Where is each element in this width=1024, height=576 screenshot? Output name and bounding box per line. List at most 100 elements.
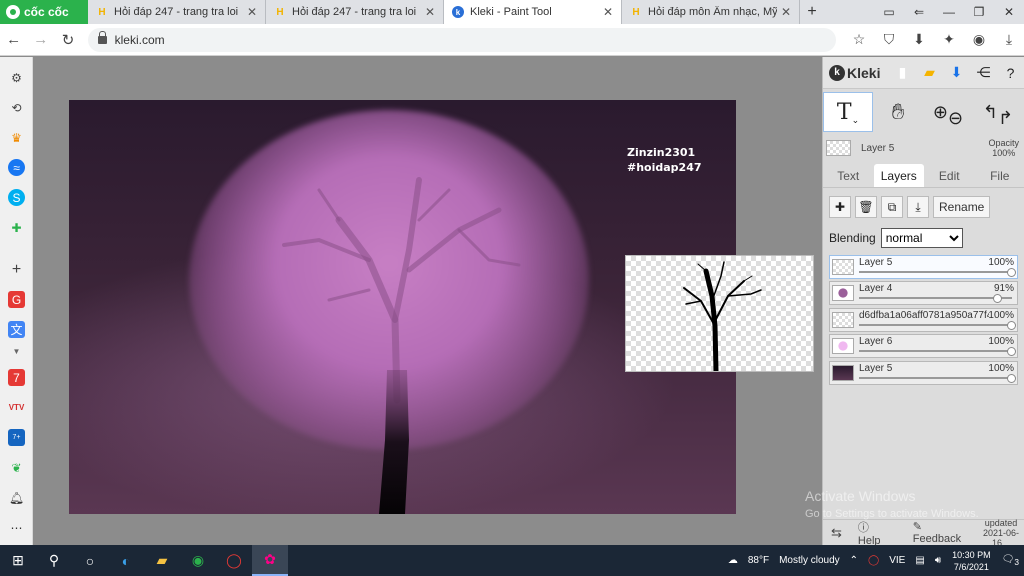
opacity-slider[interactable] bbox=[859, 350, 1012, 353]
crown-icon[interactable]: ♛ bbox=[8, 129, 25, 146]
search-icon[interactable]: ⚲ bbox=[36, 545, 72, 576]
coccoc-logo[interactable]: cốc cốc bbox=[0, 0, 88, 24]
layer-item[interactable]: Layer 5 100% bbox=[829, 255, 1018, 279]
redo-icon[interactable]: ↱ bbox=[998, 108, 1013, 129]
opacity-slider-handle[interactable] bbox=[993, 294, 1003, 304]
weather-text[interactable]: Mostly cloudy bbox=[779, 555, 840, 566]
tab-hoidap-1[interactable]: H Hỏi đáp 247 - trang tra loi ✕ bbox=[88, 0, 266, 24]
download-save-icon[interactable]: ⬇ bbox=[904, 31, 934, 48]
opacity-slider[interactable] bbox=[859, 376, 1012, 379]
tab-file[interactable]: File bbox=[975, 164, 1024, 187]
back-history-icon[interactable]: ⇐ bbox=[904, 5, 934, 19]
leaf-icon[interactable]: ❦ bbox=[8, 459, 25, 476]
file-explorer-icon[interactable]: ▰ bbox=[144, 545, 180, 576]
edge-icon[interactable]: ◐ bbox=[108, 545, 144, 576]
hand-tool-button[interactable]: ✋︎ bbox=[873, 92, 923, 132]
cast-icon[interactable]: ▭ bbox=[874, 5, 904, 19]
opacity-slider-handle[interactable] bbox=[1007, 320, 1016, 330]
language-indicator[interactable]: VIE bbox=[889, 555, 905, 566]
tray-chevron-up-icon[interactable]: ⌃ bbox=[850, 555, 858, 566]
kleki-logo[interactable]: k Kleki bbox=[823, 64, 889, 81]
canvas-workarea[interactable]: Zinzin2301 #hoidap247 bbox=[33, 57, 822, 545]
duplicate-layer-button[interactable]: ⧉ bbox=[881, 196, 903, 218]
game-icon[interactable]: ✚ bbox=[8, 219, 25, 236]
extensions-icon[interactable]: ✦ bbox=[934, 31, 964, 48]
clock[interactable]: 10:30 PM 7/6/2021 bbox=[952, 549, 991, 573]
tab-hoidap-2[interactable]: H Hỏi đáp 247 - trang tra loi ✕ bbox=[266, 0, 444, 24]
download-icon[interactable]: ⬇ bbox=[943, 64, 970, 81]
weather-cloud-icon[interactable]: ☁ bbox=[728, 555, 738, 566]
notification-icon[interactable]: 🗨︎3 bbox=[1002, 554, 1019, 567]
close-icon[interactable]: ✕ bbox=[603, 5, 613, 19]
star-icon[interactable]: ☆ bbox=[844, 31, 874, 48]
share-icon[interactable]: ⋲ bbox=[970, 64, 997, 81]
text-tool-button[interactable]: T ⌄ bbox=[823, 92, 873, 132]
translate-icon[interactable]: 文 bbox=[8, 321, 25, 338]
new-image-icon[interactable]: ▮ bbox=[889, 64, 916, 81]
layer-item[interactable]: Layer 6 100% bbox=[829, 334, 1018, 359]
swap-icon[interactable]: ⇆ bbox=[831, 525, 842, 541]
layer-item[interactable]: Layer 5 100% bbox=[829, 360, 1018, 385]
restore-button[interactable]: ❐ bbox=[964, 5, 994, 19]
more-icon[interactable]: ⋯ bbox=[8, 519, 25, 536]
downloads-icon[interactable]: ⤓ bbox=[994, 31, 1024, 48]
blending-select[interactable]: normal bbox=[880, 228, 963, 248]
add-layer-button[interactable]: ✚ bbox=[829, 196, 851, 218]
feedback-link[interactable]: ✎ Feedback bbox=[905, 520, 973, 545]
open-folder-icon[interactable]: ▰ bbox=[916, 64, 943, 81]
zoom-out-icon[interactable]: ⊖ bbox=[948, 108, 963, 129]
history-icon[interactable]: ⟲ bbox=[8, 99, 25, 116]
tab-hoidap-3[interactable]: H Hỏi đáp môn Âm nhạc, Mỹ thuật ✕ bbox=[622, 0, 800, 24]
opacity-slider[interactable] bbox=[859, 297, 1012, 300]
close-icon[interactable]: ✕ bbox=[425, 5, 435, 19]
help-link[interactable]: ⓘ Help bbox=[850, 519, 897, 547]
vtv-icon[interactable]: VTV bbox=[8, 399, 25, 416]
opacity-slider[interactable] bbox=[859, 323, 1012, 326]
layer-item[interactable]: Layer 4 91% bbox=[829, 281, 1018, 306]
opacity-slider-handle[interactable] bbox=[1007, 347, 1016, 357]
messenger-icon[interactable]: ≈ bbox=[8, 159, 25, 176]
opera-tray-icon[interactable]: ◯ bbox=[868, 555, 879, 566]
back-button[interactable]: ← bbox=[0, 31, 27, 48]
tab-kleki[interactable]: k Kleki - Paint Tool ✕ bbox=[444, 0, 622, 24]
undo-redo-buttons[interactable]: ↰ ↱ bbox=[973, 92, 1023, 132]
zoom-in-icon[interactable]: ⊕ bbox=[933, 102, 948, 123]
cortana-icon[interactable]: ○ bbox=[72, 545, 108, 576]
minimize-button[interactable]: — bbox=[934, 5, 964, 19]
gmail-icon[interactable]: G bbox=[8, 291, 25, 308]
reload-button[interactable]: ↻ bbox=[54, 31, 81, 49]
opacity-slider[interactable] bbox=[859, 271, 1012, 273]
tab-layers[interactable]: Layers bbox=[873, 164, 924, 187]
zoom-buttons[interactable]: ⊕ ⊖ bbox=[923, 92, 973, 132]
tab-edit[interactable]: Edit bbox=[924, 164, 975, 187]
windows-start-icon[interactable]: ⊞ bbox=[0, 545, 36, 576]
close-icon[interactable]: ✕ bbox=[781, 5, 791, 19]
opacity-slider-handle[interactable] bbox=[1007, 373, 1016, 383]
opera-icon[interactable]: ◯ bbox=[216, 545, 252, 576]
forward-button[interactable]: → bbox=[27, 31, 54, 48]
close-window-button[interactable]: ✕ bbox=[994, 5, 1024, 19]
skype-icon[interactable]: S bbox=[8, 189, 25, 206]
settings-gear-icon[interactable]: ⚙ bbox=[8, 69, 25, 86]
profile-avatar[interactable]: ◉ bbox=[964, 31, 994, 48]
merge-layer-button[interactable]: ⤓ bbox=[907, 196, 929, 218]
coccoc-taskbar-icon[interactable]: ◉ bbox=[180, 545, 216, 576]
app-77-icon[interactable]: 7 bbox=[8, 369, 25, 386]
kleki-taskbar-icon[interactable]: ✿ bbox=[252, 545, 288, 576]
layer-item[interactable]: d6dfba1a06aff0781a950a77f4 100% bbox=[829, 307, 1018, 332]
new-tab-button[interactable]: + bbox=[800, 0, 824, 24]
temperature[interactable]: 88°F bbox=[748, 555, 769, 566]
opacity-slider-handle[interactable] bbox=[1007, 268, 1016, 277]
help-circle-icon[interactable]: ? bbox=[997, 65, 1024, 81]
volume-icon[interactable]: 🔊︎ bbox=[935, 555, 941, 566]
shield-icon[interactable]: ⛉ bbox=[874, 31, 904, 48]
url-input[interactable]: kleki.com bbox=[87, 27, 836, 52]
rename-button[interactable]: Rename bbox=[933, 196, 991, 218]
bell-icon[interactable]: 🔔︎ bbox=[8, 489, 25, 506]
add-icon[interactable]: + bbox=[8, 261, 25, 278]
app-79-icon[interactable]: 7+ bbox=[8, 429, 25, 446]
chevron-down-icon[interactable]: ▼ bbox=[8, 343, 25, 360]
undo-icon[interactable]: ↰ bbox=[983, 102, 998, 123]
delete-layer-button[interactable]: 🗑︎ bbox=[855, 196, 877, 218]
network-icon[interactable]: ▤ bbox=[915, 555, 924, 566]
